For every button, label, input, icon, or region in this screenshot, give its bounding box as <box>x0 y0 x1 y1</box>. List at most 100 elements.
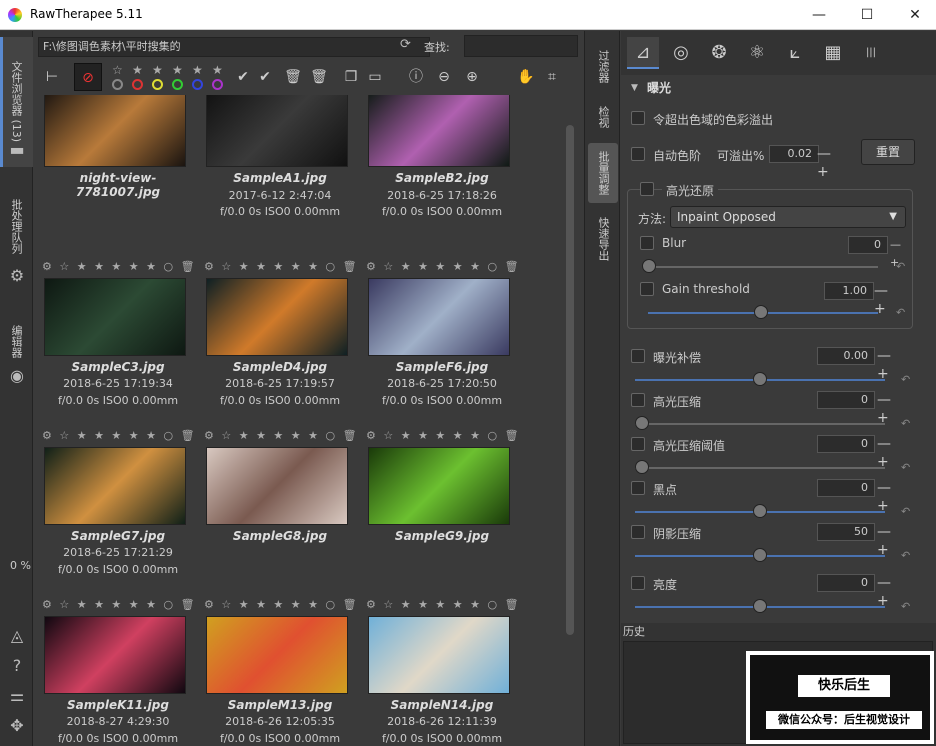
thumbnail-cell[interactable]: ⚙ ☆ ★ ★ ★ ★ ★ ○ 🗑 SampleK11.jpg 2018-8-27 … <box>38 598 198 745</box>
rating-bar[interactable]: ⚙ ☆ ★ ★ ★ ★ ★ ○ 🗑 <box>366 260 519 274</box>
gain-reset-icon[interactable]: ↶ <box>896 306 905 319</box>
star-filter-5-icon[interactable]: ★ <box>212 63 223 77</box>
thumbnail-cell[interactable]: night-view-7781007.jpg <box>38 95 198 263</box>
new-window-icon[interactable]: ◬ <box>6 625 28 647</box>
slider-4-knob[interactable] <box>753 548 767 562</box>
thumbnail-image[interactable] <box>368 95 510 167</box>
tab-filter[interactable]: 过滤器 <box>588 41 618 91</box>
thumbnail-cell[interactable]: ⚙ ☆ ★ ★ ★ ★ ★ ○ 🗑 SampleD4.jpg 2018-6-25 1… <box>200 260 360 432</box>
slider-3-stepper[interactable]: —+ <box>877 479 913 514</box>
slider-5-value[interactable]: 0 <box>817 574 875 592</box>
details-tab-icon[interactable]: ◎ <box>665 37 697 69</box>
highlight-recovery-checkbox[interactable] <box>640 182 654 196</box>
star-filter-2-icon[interactable]: ★ <box>152 63 163 77</box>
info-icon[interactable]: ⓘ <box>404 63 428 91</box>
gain-threshold-value[interactable]: 1.00 <box>824 282 874 300</box>
rating-bar[interactable]: ⚙ ☆ ★ ★ ★ ★ ★ ○ 🗑 <box>366 429 519 443</box>
aperture-icon[interactable]: ◉ <box>6 365 28 387</box>
thumbnail-cell[interactable]: ⚙ ☆ ★ ★ ★ ★ ★ ○ 🗑 SampleG8.jpg <box>200 429 360 601</box>
blur-checkbox[interactable] <box>640 236 654 250</box>
thumbnail-cell[interactable]: ⚙ ☆ ★ ★ ★ ★ ★ ○ 🗑 SampleG9.jpg <box>362 429 522 601</box>
original-filter-icon[interactable]: ❐ <box>340 63 362 91</box>
folder-icon[interactable]: ▬ <box>6 139 28 161</box>
slider-4-reset-icon[interactable]: ↶ <box>901 549 910 562</box>
thumbnail-cell[interactable]: ⚙ ☆ ★ ★ ★ ★ ★ ○ 🗑 SampleN14.jpg 2018-6-26 … <box>362 598 522 745</box>
refresh-icon[interactable]: ⟳ <box>400 37 411 52</box>
label-purple-icon[interactable] <box>212 79 223 90</box>
thumbnail-image[interactable] <box>44 278 186 356</box>
find-input[interactable] <box>464 35 578 57</box>
advanced-tab-icon[interactable]: ⚛ <box>741 37 773 69</box>
close-button[interactable]: ✕ <box>898 4 932 26</box>
slider-4-checkbox[interactable] <box>631 525 645 539</box>
thumbnail-image[interactable] <box>206 616 348 694</box>
slider-1-reset-icon[interactable]: ↶ <box>901 417 910 430</box>
slider-3-checkbox[interactable] <box>631 481 645 495</box>
slider-0-reset-icon[interactable]: ↶ <box>901 373 910 386</box>
metadata-tab-icon[interactable]: ||| <box>855 37 887 69</box>
slider-3-reset-icon[interactable]: ↶ <box>901 505 910 518</box>
blur-value[interactable]: 0 <box>848 236 888 254</box>
path-field[interactable]: F:\修图调色素材\平时搜集的 <box>38 37 430 57</box>
slider-2-value[interactable]: 0 <box>817 435 875 453</box>
exposure-tab-icon[interactable]: ⊿ <box>627 37 659 69</box>
slider-0-checkbox[interactable] <box>631 349 645 363</box>
trash-filter-icon[interactable]: 🗑 <box>308 63 330 91</box>
slider-1-stepper[interactable]: —+ <box>877 391 913 426</box>
blur-slider[interactable] <box>648 266 878 268</box>
thumbnail-cell[interactable]: ⚙ ☆ ★ ★ ★ ★ ★ ○ 🗑 SampleC3.jpg 2018-6-25 1… <box>38 260 198 432</box>
slider-2-knob[interactable] <box>635 460 649 474</box>
rating-bar[interactable]: ⚙ ☆ ★ ★ ★ ★ ★ ○ 🗑 <box>42 260 195 274</box>
gain-threshold-stepper[interactable]: —+ <box>874 282 910 317</box>
thumbnail-cell[interactable]: ⚙ ☆ ★ ★ ★ ★ ★ ○ 🗑 SampleF6.jpg 2018-6-25 1… <box>362 260 522 432</box>
filter-rejected-icon[interactable]: ⊘ <box>74 63 102 91</box>
star-filter-3-icon[interactable]: ★ <box>172 63 183 77</box>
rating-bar[interactable]: ⚙ ☆ ★ ★ ★ ★ ★ ○ 🗑 <box>204 260 357 274</box>
edited-filter-icon[interactable]: ✔ <box>232 63 254 91</box>
rating-bar[interactable]: ⚙ ☆ ★ ★ ★ ★ ★ ○ 🗑 <box>204 429 357 443</box>
tab-batch-queue[interactable]: 批处理队列 <box>0 181 33 271</box>
browser-scrollbar[interactable] <box>566 125 574 635</box>
slider-1-checkbox[interactable] <box>631 393 645 407</box>
thumbnail-cell[interactable]: SampleA1.jpg 2017-6-12 2:47:04 f/0.0 0s IS… <box>200 95 360 263</box>
preferences-icon[interactable]: ⚌ <box>6 685 28 707</box>
minimize-button[interactable]: — <box>802 4 836 26</box>
tab-batch-edit[interactable]: 批量调整 <box>588 143 618 203</box>
slider-1-knob[interactable] <box>635 416 649 430</box>
tab-inspect[interactable]: 检视 <box>588 97 618 137</box>
label-blue-icon[interactable] <box>192 79 203 90</box>
color-tab-icon[interactable]: ❂ <box>703 37 735 69</box>
slider-1-track[interactable] <box>635 423 885 425</box>
slider-2-checkbox[interactable] <box>631 437 645 451</box>
slider-2-reset-icon[interactable]: ↶ <box>901 461 910 474</box>
star-filter-1-icon[interactable]: ★ <box>132 63 143 77</box>
tab-quick-export[interactable]: 快速导出 <box>588 209 618 269</box>
reset-button[interactable]: 重置 <box>861 139 915 165</box>
slider-4-stepper[interactable]: —+ <box>877 523 913 558</box>
fullscreen-icon[interactable]: ✥ <box>6 715 28 737</box>
rating-bar[interactable]: ⚙ ☆ ★ ★ ★ ★ ★ ○ 🗑 <box>42 598 195 612</box>
tab-editor[interactable]: 编辑器 <box>0 311 33 371</box>
thumbnail-image[interactable] <box>44 616 186 694</box>
blur-reset-icon[interactable]: ↶ <box>896 260 905 273</box>
transform-tab-icon[interactable]: ⟀ <box>779 37 811 69</box>
thumbnail-cell[interactable]: ⚙ ☆ ★ ★ ★ ★ ★ ○ 🗑 SampleM13.jpg 2018-6-26 … <box>200 598 360 745</box>
blur-slider-knob[interactable] <box>642 259 656 273</box>
blur-stepper[interactable]: —+ <box>890 236 912 269</box>
slider-5-knob[interactable] <box>753 599 767 613</box>
slider-3-knob[interactable] <box>753 504 767 518</box>
gears-icon[interactable]: ⚙ <box>6 265 28 287</box>
slider-2-stepper[interactable]: —+ <box>877 435 913 470</box>
thumbnail-image[interactable] <box>44 95 186 167</box>
thumbnail-cell[interactable]: ⚙ ☆ ★ ★ ★ ★ ★ ○ 🗑 SampleG7.jpg 2018-6-25 1… <box>38 429 198 601</box>
help-icon[interactable]: ? <box>6 655 28 677</box>
saved-filter-icon[interactable]: ✔ <box>254 63 276 91</box>
slider-3-value[interactable]: 0 <box>817 479 875 497</box>
rating-bar[interactable]: ⚙ ☆ ★ ★ ★ ★ ★ ○ 🗑 <box>366 598 519 612</box>
slider-0-value[interactable]: 0.00 <box>817 347 875 365</box>
toggle-panel-icon[interactable]: ⊢ <box>40 63 64 91</box>
label-green-icon[interactable] <box>172 79 183 90</box>
gain-threshold-checkbox[interactable] <box>640 282 654 296</box>
slider-2-track[interactable] <box>635 467 885 469</box>
thumbnail-image[interactable] <box>368 278 510 356</box>
